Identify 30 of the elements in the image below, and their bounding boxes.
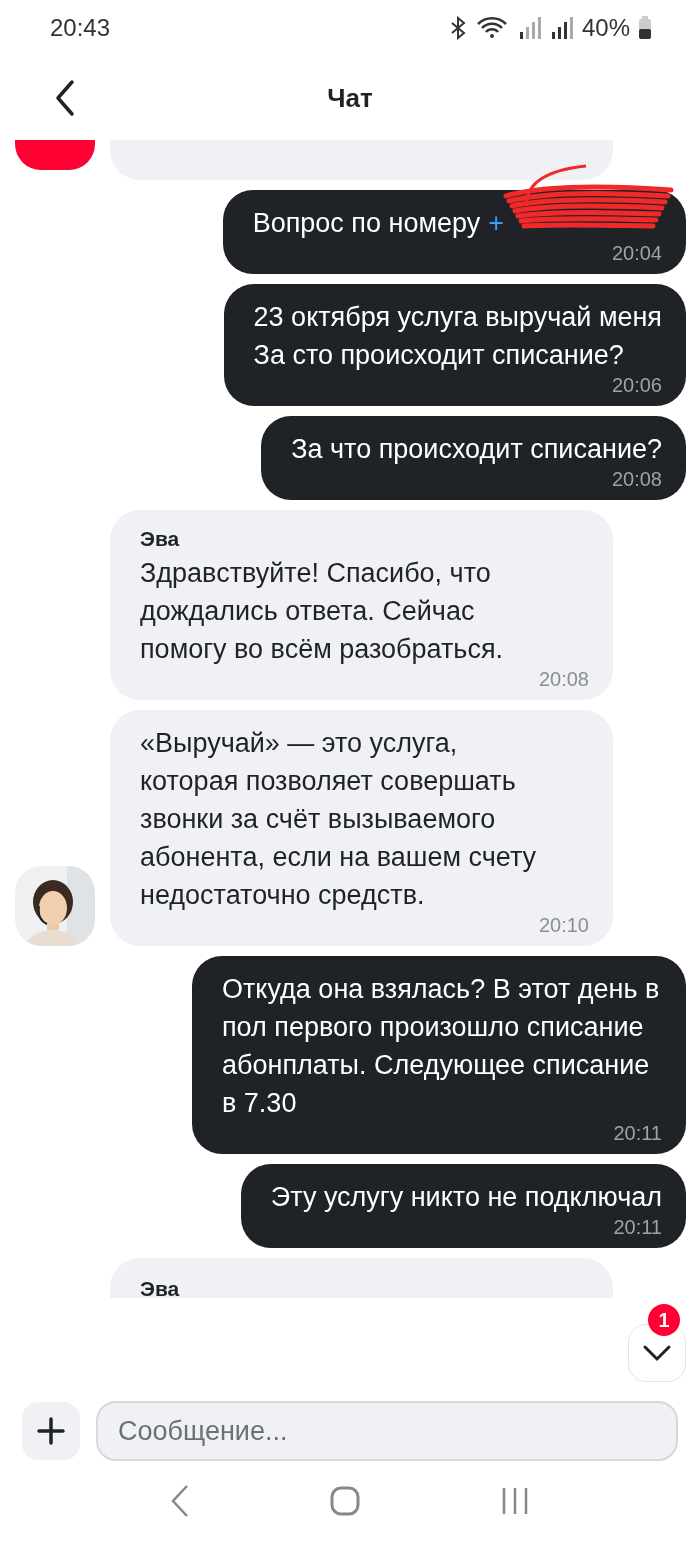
message-text: Вопрос по номеру xyxy=(252,207,481,240)
message-text: «Выручай» — это услуга, которая позволяет совершать звонки за счёт вызываемого абонента, если на вашем счету недостаточно средств. xyxy=(140,727,538,912)
message-text: Эту услугу никто не подключал xyxy=(270,1181,662,1214)
battery-level: 40% xyxy=(581,14,630,42)
message-text: За что происходит списание? xyxy=(291,433,662,466)
recent-apps-icon[interactable] xyxy=(500,1486,530,1516)
message-text: Здравствуйте! Спасибо, что дождались ответа. Сейчас помогу во всём разобраться. xyxy=(140,557,505,666)
plus-icon xyxy=(36,1416,66,1446)
battery-icon xyxy=(638,16,652,40)
unread-badge: 1 xyxy=(648,1304,680,1336)
home-icon[interactable] xyxy=(330,1486,360,1516)
signal-icon xyxy=(549,15,574,41)
chevron-down-icon xyxy=(642,1344,672,1362)
message-time: 20:10 xyxy=(538,914,589,936)
clock: 20:43 xyxy=(50,14,111,42)
message-time: 20:11 xyxy=(613,1122,662,1144)
sender-name: Эва xyxy=(140,526,181,552)
message-text: Откуда она взялась? В этот день в пол первого произошло списание абонплаты. Следующее списание в 7.30 xyxy=(222,973,661,1120)
phone-link[interactable]: + xyxy=(488,204,504,242)
message-field[interactable]: Сообщение... xyxy=(96,1401,678,1461)
signal-icon xyxy=(517,15,542,41)
message-text: 23 октября услуга выручай меня За сто происходит списание? xyxy=(253,301,662,372)
message-time: 20:08 xyxy=(538,668,589,690)
chat-title: Чат xyxy=(326,82,374,114)
message-time: 20:06 xyxy=(611,374,662,396)
message-time: 20:11 xyxy=(613,1216,662,1238)
message-time: 20:04 xyxy=(611,242,662,264)
sender-name: Эва xyxy=(140,1276,181,1298)
add-button[interactable] xyxy=(22,1402,80,1460)
message-time: 20:08 xyxy=(611,468,662,490)
